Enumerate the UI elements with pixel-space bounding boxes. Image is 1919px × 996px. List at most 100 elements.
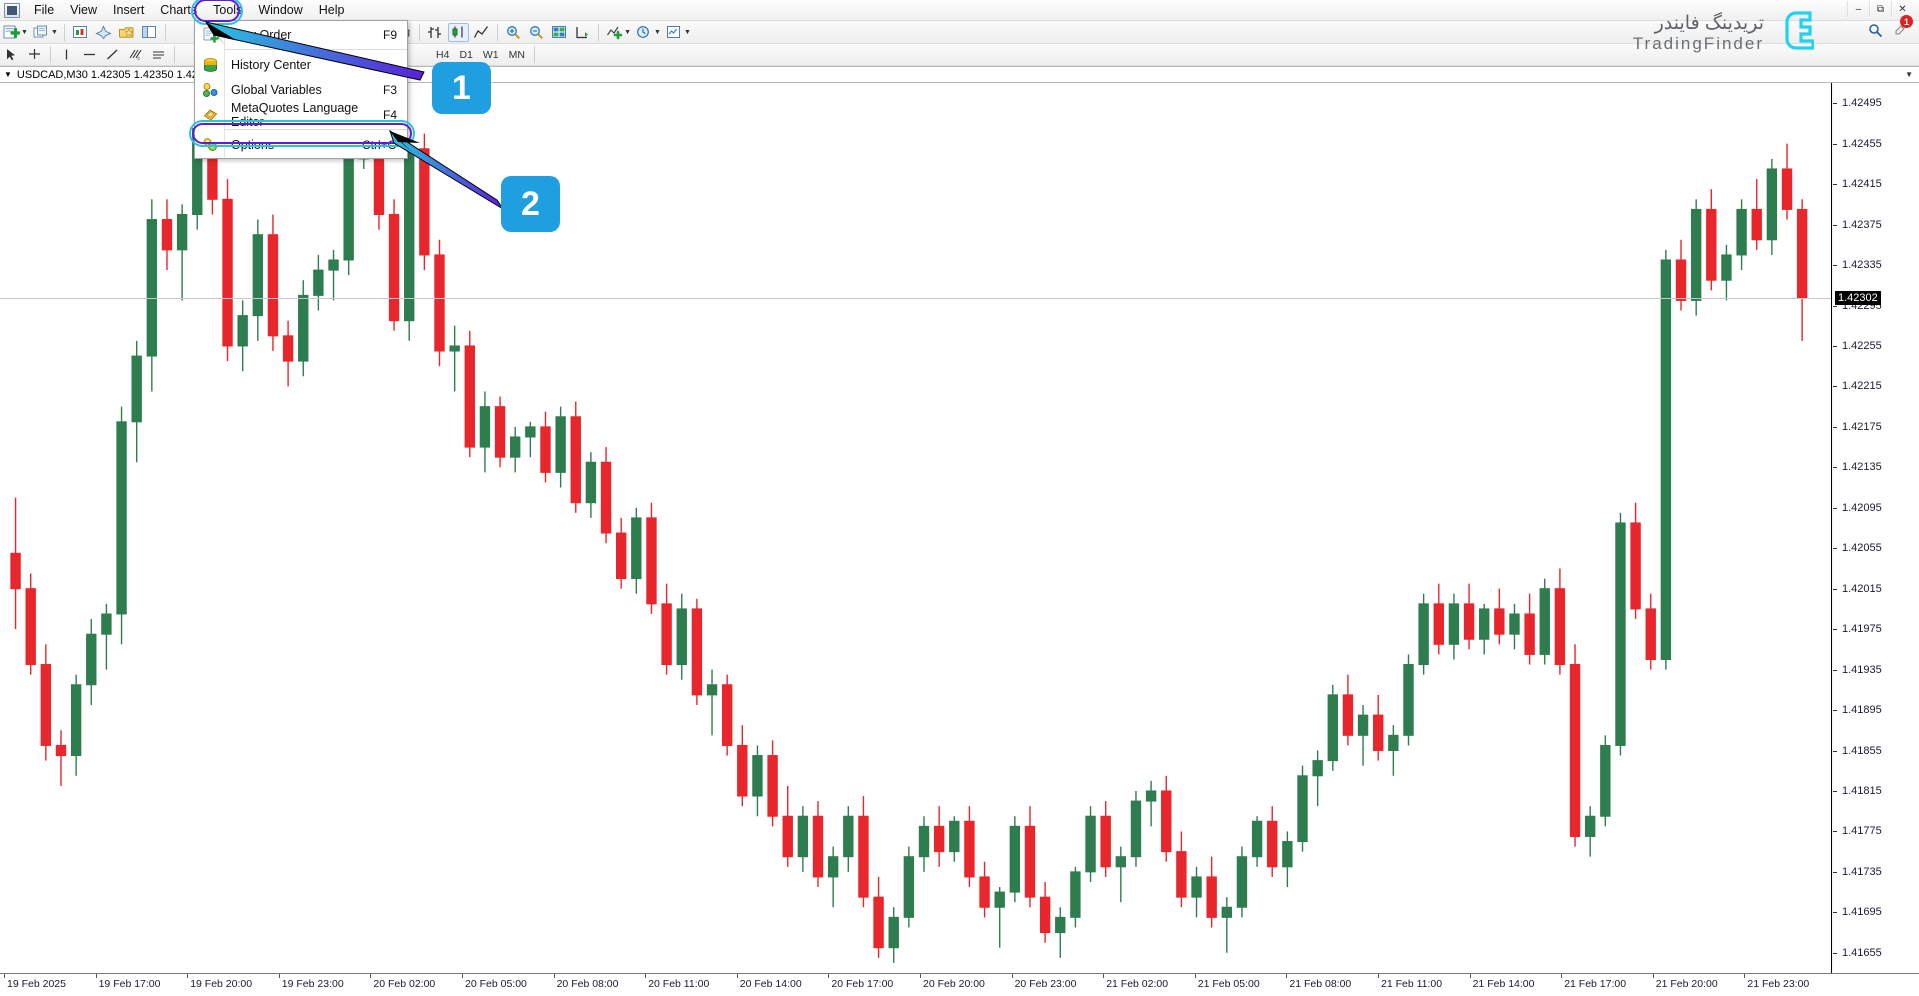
- candlestick-icon[interactable]: [448, 22, 470, 42]
- price-tick-label: 1.42055: [1833, 542, 1882, 554]
- toolbar-separator: [174, 46, 175, 63]
- horizontal-line-icon[interactable]: [79, 45, 100, 64]
- timeframe-d1[interactable]: D1: [454, 47, 477, 63]
- price-tick-label: 1.41815: [1833, 785, 1882, 797]
- chart-close-icon[interactable]: ▼: [1905, 70, 1913, 79]
- menu-view[interactable]: View: [62, 1, 105, 20]
- vertical-line-icon[interactable]: [56, 45, 77, 64]
- chevron-down-icon[interactable]: ▼: [624, 29, 631, 36]
- chevron-down-icon[interactable]: ▼: [654, 29, 661, 36]
- price-tick-label: 1.42255: [1833, 340, 1882, 352]
- profiles-icon[interactable]: [31, 23, 52, 42]
- price-tick-label: 1.42415: [1833, 178, 1882, 190]
- time-tick-label: 19 Feb 2025: [7, 978, 66, 990]
- toolbar-separator: [533, 46, 535, 63]
- new-order-icon: [202, 26, 219, 43]
- menu-item-label: History Center: [231, 57, 311, 72]
- time-tick-label: 21 Feb 14:00: [1472, 978, 1535, 990]
- time-tick-mark: [4, 974, 5, 978]
- price-tick-label: 1.41855: [1833, 745, 1882, 757]
- menu-window[interactable]: Window: [250, 1, 310, 20]
- price-tick-label: 1.41935: [1833, 664, 1882, 676]
- time-tick-label: 21 Feb 05:00: [1197, 978, 1260, 990]
- global-variables-icon: [202, 81, 219, 98]
- menu-item-history-center[interactable]: History Center: [195, 52, 407, 77]
- channel-icon[interactable]: [148, 45, 169, 64]
- time-axis[interactable]: 19 Feb 2025 19 Feb 17:00 19 Feb 20:00 19 Fe…: [0, 973, 1919, 996]
- new-chart-icon[interactable]: [1, 23, 22, 42]
- chevron-down-icon[interactable]: ▼: [21, 29, 28, 36]
- menu-item-label: Options: [231, 137, 275, 152]
- zoom-out-icon[interactable]: [526, 23, 547, 42]
- restore-button[interactable]: ⧉: [1869, 1, 1891, 17]
- tradingfinder-logo-icon: [1785, 11, 1814, 50]
- time-tick-label: 21 Feb 20:00: [1655, 978, 1718, 990]
- trendline-icon[interactable]: [102, 45, 123, 64]
- time-tick-label: 21 Feb 02:00: [1106, 978, 1169, 990]
- callout-2: 2: [501, 176, 560, 232]
- templates-icon[interactable]: [664, 23, 685, 42]
- price-tick-label: 1.41655: [1833, 947, 1882, 959]
- shift-end-icon[interactable]: [572, 23, 593, 42]
- close-button[interactable]: ✕: [1891, 1, 1913, 17]
- menu-item-label: New Order: [231, 27, 292, 42]
- history-center-icon: [202, 56, 219, 73]
- chevron-down-icon[interactable]: ▼: [51, 29, 58, 36]
- price-axis[interactable]: 1.42495 1.42455 1.42415 1.42375 1.42335 1.422…: [1833, 83, 1919, 973]
- search-icon[interactable]: [1868, 23, 1883, 38]
- minimize-button[interactable]: –: [1847, 1, 1869, 17]
- cursor-icon[interactable]: [1, 45, 22, 64]
- price-tick-label: 1.42335: [1833, 259, 1882, 271]
- terminal-icon[interactable]: [139, 23, 160, 42]
- timeframe-mn[interactable]: MN: [504, 47, 530, 63]
- periods-icon[interactable]: [634, 23, 655, 42]
- brand-name-persian: تریدینگ فایندر: [1654, 12, 1764, 34]
- candlestick-series: [10, 113, 1808, 963]
- menu-item-global-variables[interactable]: Global Variables F3: [195, 77, 407, 102]
- menu-tools[interactable]: Tools: [205, 1, 250, 20]
- tile-windows-icon[interactable]: [549, 23, 570, 42]
- time-tick-label: 19 Feb 20:00: [190, 978, 253, 990]
- toolbar-separator: [419, 23, 421, 41]
- menu-separator: [224, 129, 407, 130]
- fibo-icon[interactable]: c: [125, 45, 146, 64]
- zoom-in-icon[interactable]: [503, 23, 524, 42]
- line-chart-icon[interactable]: [471, 23, 492, 42]
- price-tick-label: 1.41895: [1833, 704, 1882, 716]
- time-tick-mark: [1286, 974, 1288, 978]
- price-tick-label: 1.41975: [1833, 623, 1882, 635]
- crosshair-icon[interactable]: [24, 45, 45, 64]
- favorites-icon[interactable]: [116, 23, 137, 42]
- time-tick-mark: [553, 974, 555, 978]
- menu-item-accelerator: F4: [382, 107, 397, 122]
- menu-charts[interactable]: Charts: [152, 1, 205, 20]
- tools-dropdown-menu[interactable]: New Order F9 History Center Global Variable…: [194, 20, 408, 159]
- timeframe-w1[interactable]: W1: [478, 47, 504, 63]
- menu-help[interactable]: Help: [311, 1, 353, 20]
- collapse-triangle-icon[interactable]: ▼: [4, 70, 12, 79]
- menu-item-options[interactable]: Options Ctrl+O: [195, 132, 407, 157]
- indicators-icon[interactable]: [604, 23, 625, 42]
- menu-item-accelerator: F3: [382, 82, 397, 97]
- navigator-icon[interactable]: [93, 23, 114, 42]
- bar-chart-icon[interactable]: [425, 23, 446, 42]
- market-watch-icon[interactable]: [70, 23, 91, 42]
- timeframe-h4[interactable]: H4: [431, 47, 454, 63]
- time-tick-label: 21 Feb 23:00: [1747, 978, 1810, 990]
- chevron-down-icon[interactable]: ▼: [684, 29, 691, 36]
- time-tick-label: 20 Feb 17:00: [831, 978, 894, 990]
- toolbar-separator: [50, 46, 51, 63]
- menu-insert[interactable]: Insert: [105, 1, 152, 20]
- menu-item-new-order[interactable]: New Order F9: [195, 22, 407, 47]
- price-chart[interactable]: [0, 83, 1832, 973]
- menu-item-label: Global Variables: [231, 82, 322, 97]
- menu-item-metaquotes-language-editor[interactable]: MetaQuotes Language Editor F4: [195, 101, 407, 129]
- notification-bell-wrap[interactable]: 1: [1893, 15, 1913, 41]
- metatrader-window: File View Insert Charts Tools Window Hel…: [0, 0, 1919, 996]
- time-tick-label: 20 Feb 05:00: [465, 978, 527, 990]
- callout-2-number: 2: [521, 184, 540, 223]
- menu-item-accelerator: F9: [382, 27, 397, 42]
- current-price-line: [0, 298, 1831, 300]
- metatrader-logo-icon: [4, 2, 20, 18]
- menu-file[interactable]: File: [26, 1, 62, 20]
